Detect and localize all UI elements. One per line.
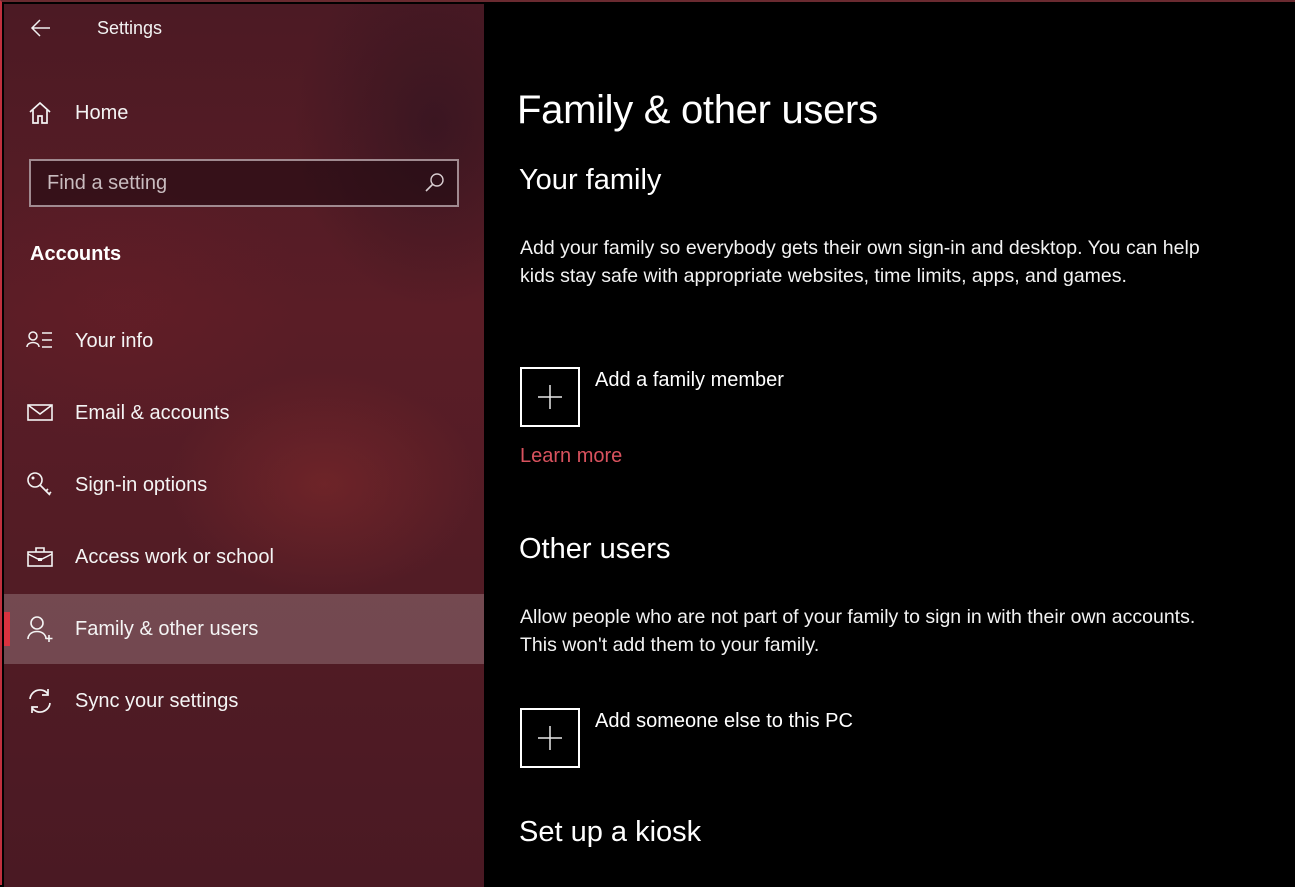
nav-sync-settings[interactable]: Sync your settings xyxy=(4,666,484,736)
nav-access-work-school-label: Access work or school xyxy=(75,545,274,568)
search-input[interactable] xyxy=(31,161,411,205)
nav-family-other-users-label: Family & other users xyxy=(75,617,259,640)
add-someone-else-label: Add someone else to this PC xyxy=(595,710,853,732)
nav-home-label: Home xyxy=(75,101,129,124)
nav-home[interactable]: Home xyxy=(4,78,484,148)
your-family-description: Add your family so everybody gets their … xyxy=(520,237,1200,287)
page-title: Family & other users xyxy=(517,88,878,132)
briefcase-icon xyxy=(26,543,54,571)
add-someone-else-tile[interactable] xyxy=(520,708,580,768)
app-title: Settings xyxy=(97,18,163,38)
search-icon[interactable] xyxy=(423,171,447,195)
back-arrow-icon xyxy=(30,19,50,37)
nav-sign-in-options-label: Sign-in options xyxy=(75,473,208,496)
nav-your-info-label: Your info xyxy=(75,329,154,352)
contact-info-icon xyxy=(26,327,54,355)
learn-more-link[interactable]: Learn more xyxy=(520,445,622,468)
nav-family-other-users[interactable]: Family & other users xyxy=(4,594,484,664)
nav-email-accounts-label: Email & accounts xyxy=(75,401,230,424)
search-box[interactable] xyxy=(29,159,459,207)
mail-icon xyxy=(26,399,54,427)
back-button[interactable] xyxy=(26,14,56,42)
section-label-accounts: Accounts xyxy=(30,243,122,265)
add-family-member-label: Add a family member xyxy=(595,369,784,391)
plus-icon xyxy=(538,385,562,409)
plus-icon xyxy=(538,726,562,750)
nav-access-work-school[interactable]: Access work or school xyxy=(4,522,484,592)
settings-window: Settings Home Accounts xyxy=(0,0,1295,887)
other-users-description: Allow people who are not part of your fa… xyxy=(520,606,1196,656)
other-users-heading: Other users xyxy=(519,533,671,565)
nav-sync-settings-label: Sync your settings xyxy=(75,689,239,712)
nav-your-info[interactable]: Your info xyxy=(4,306,484,376)
nav-email-accounts[interactable]: Email & accounts xyxy=(4,378,484,448)
title-bar: Settings xyxy=(4,4,484,52)
kiosk-heading: Set up a kiosk xyxy=(519,816,702,848)
sync-icon xyxy=(26,687,54,715)
your-family-heading: Your family xyxy=(519,164,662,196)
add-family-member-tile[interactable] xyxy=(520,367,580,427)
sidebar: Settings Home Accounts xyxy=(4,4,484,887)
main-content: Family & other users Your family Add you… xyxy=(484,4,1295,885)
home-icon xyxy=(26,99,54,127)
add-person-icon xyxy=(26,615,54,643)
nav-sign-in-options[interactable]: Sign-in options xyxy=(4,450,484,520)
key-icon xyxy=(26,471,54,499)
